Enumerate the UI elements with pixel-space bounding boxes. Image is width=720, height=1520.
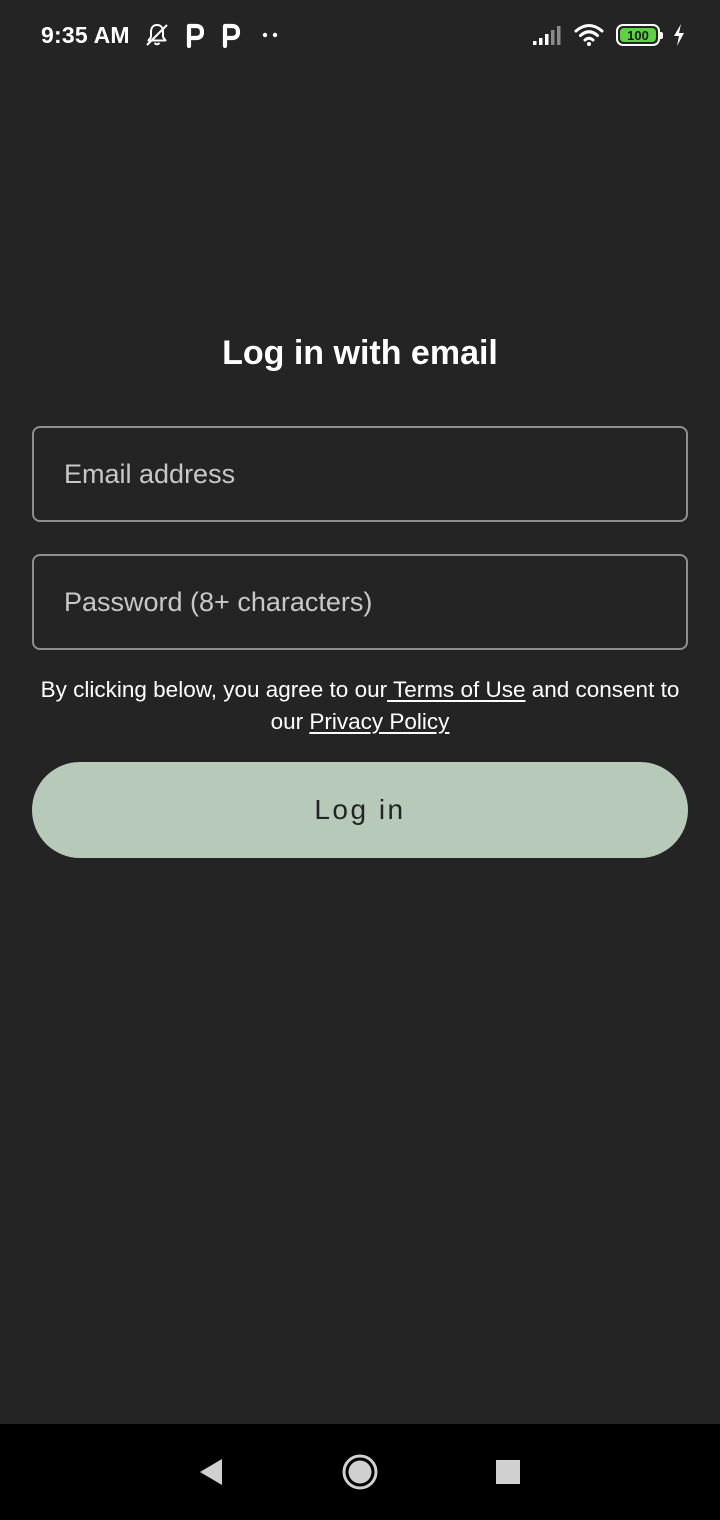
password-field[interactable] — [32, 554, 688, 650]
login-button[interactable]: Log in — [32, 762, 688, 858]
email-input[interactable] — [64, 458, 656, 490]
status-bar: 9:35 AM 100 — [0, 0, 720, 70]
navigation-bar — [0, 1424, 720, 1520]
notifications-off-icon — [144, 22, 170, 48]
battery-level: 100 — [620, 28, 656, 42]
page-title: Log in with email — [222, 334, 498, 372]
status-right: 100 — [532, 23, 686, 47]
p-app-icon — [220, 22, 242, 48]
p-app-icon — [184, 22, 206, 48]
consent-text: By clicking below, you agree to our Term… — [36, 674, 684, 738]
more-dots-icon — [256, 30, 284, 40]
password-input[interactable] — [64, 586, 656, 618]
terms-of-use-link[interactable]: Terms of Use — [387, 677, 526, 702]
charging-icon — [672, 23, 686, 47]
privacy-policy-link[interactable]: Privacy Policy — [309, 709, 449, 734]
battery-icon: 100 — [616, 24, 663, 46]
signal-icon — [532, 24, 562, 46]
status-left: 9:35 AM — [41, 22, 284, 49]
wifi-icon — [574, 23, 604, 47]
email-field[interactable] — [32, 426, 688, 522]
status-time: 9:35 AM — [41, 21, 130, 48]
login-screen: 9:35 AM 100 Log in with email Email addr… — [0, 0, 720, 1520]
recents-icon[interactable] — [484, 1448, 532, 1496]
home-icon[interactable] — [336, 1448, 384, 1496]
battery-tip — [660, 32, 663, 39]
consent-prefix: By clicking below, you agree to our — [40, 677, 388, 702]
back-icon[interactable] — [188, 1448, 236, 1496]
